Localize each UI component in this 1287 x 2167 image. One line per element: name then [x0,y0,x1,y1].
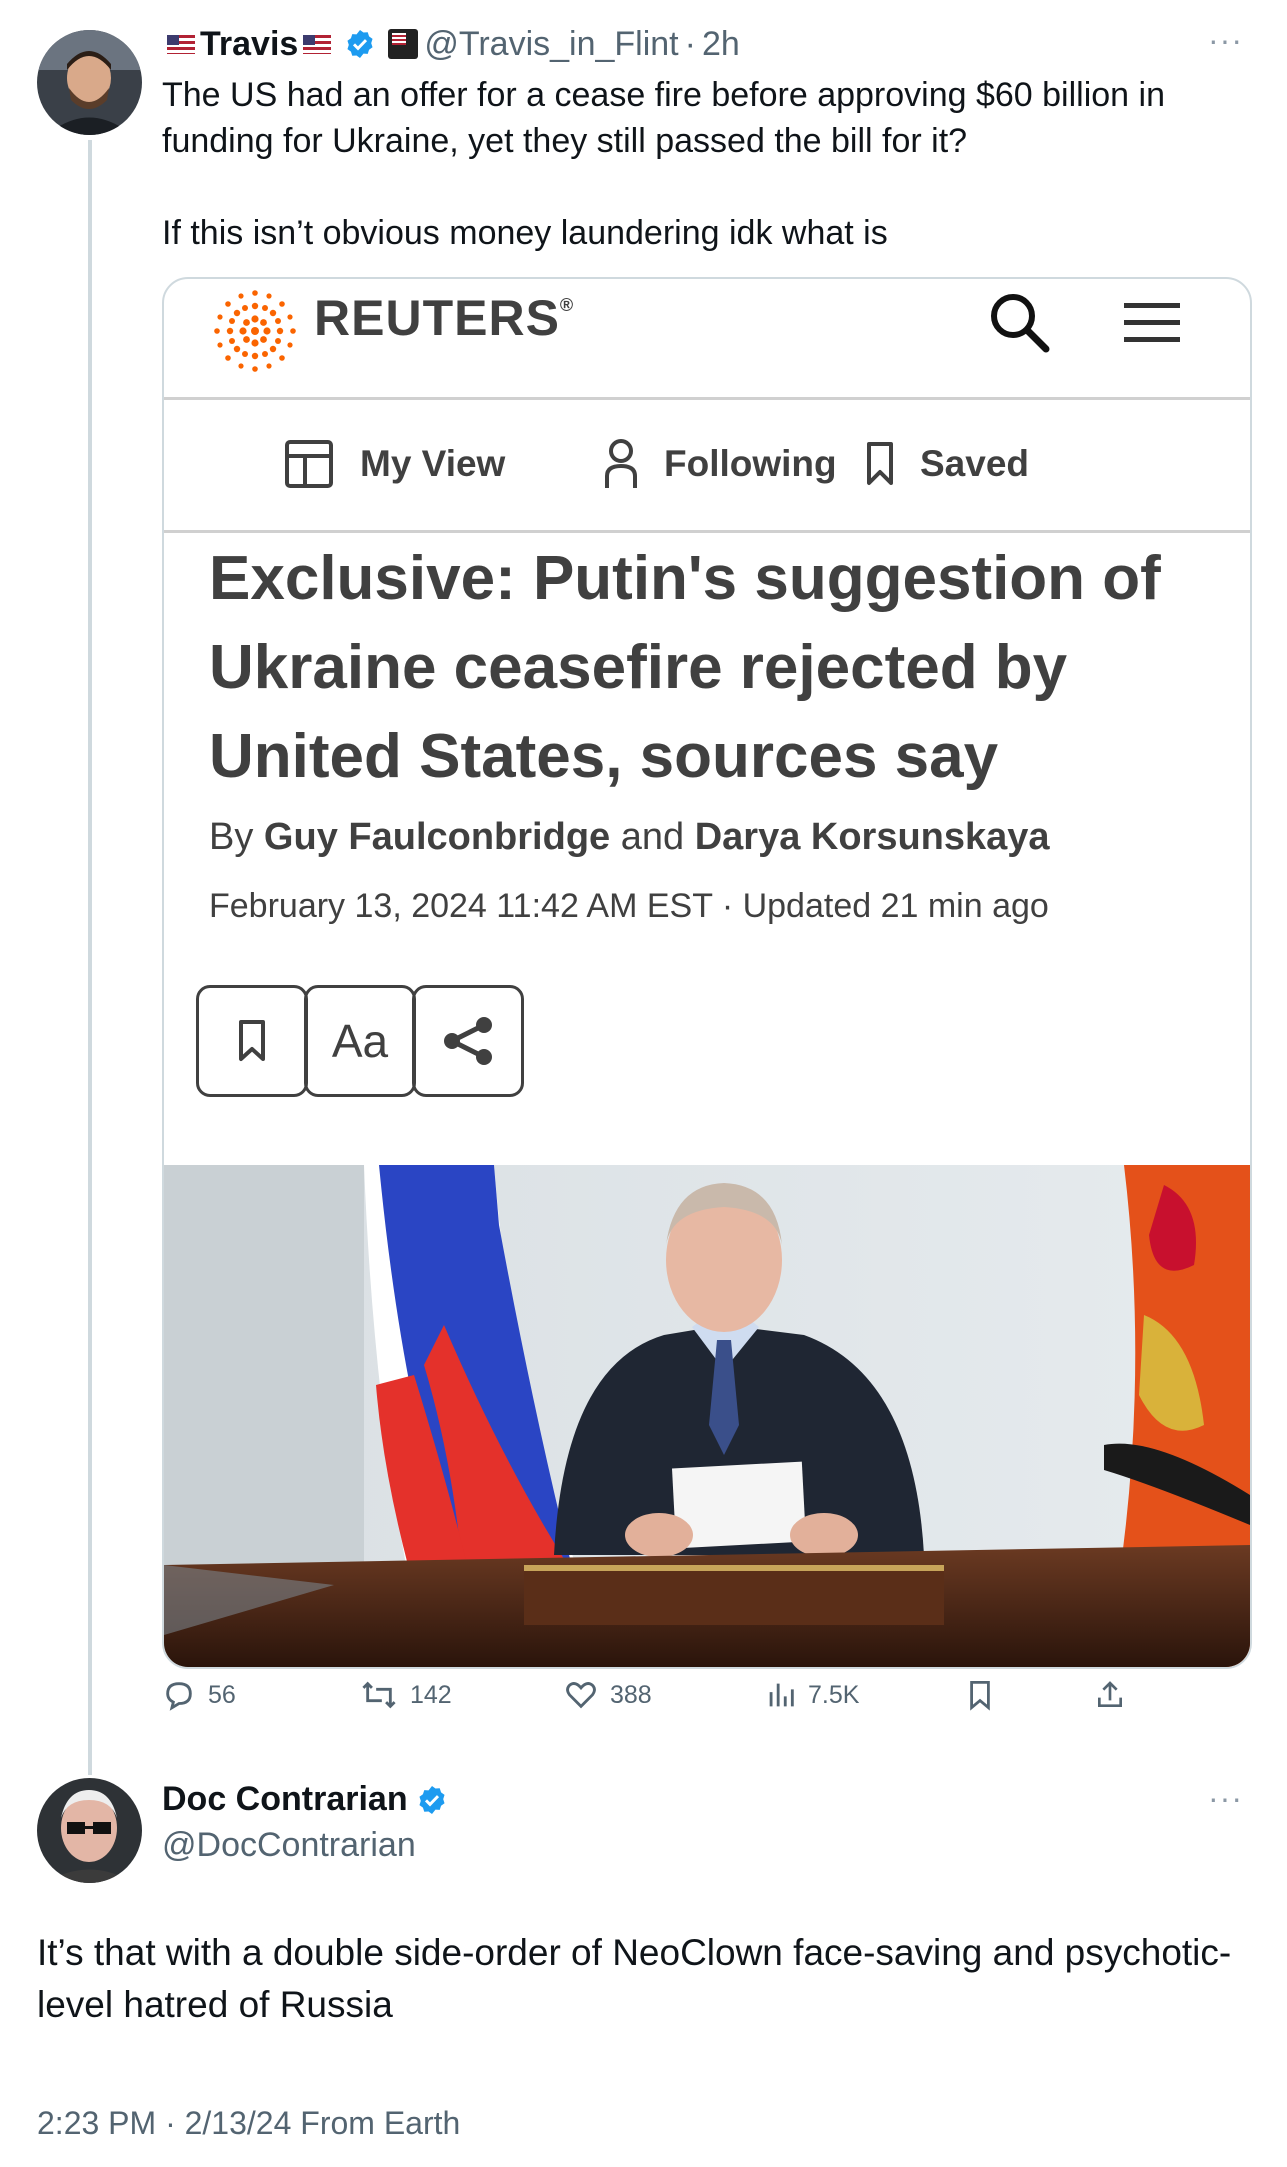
search-icon[interactable] [986,289,1052,355]
tweet2-meta: 2:23 PM · 2/13/24 From Earth [37,2105,461,2141]
text-size-button[interactable]: Aa [304,985,416,1097]
share-button[interactable] [412,985,524,1097]
thread-connector-line [88,140,92,1775]
share-icon [444,1017,492,1065]
person-icon [605,439,637,488]
embedded-image-card[interactable]: REUTERS® My View Following Saved Exclusi… [162,277,1252,1669]
reply-icon [166,1682,192,1711]
text-size-label: Aa [331,1015,389,1067]
author-link[interactable]: Darya Korsunskaya [695,816,1050,858]
byline-prefix: By [209,816,254,858]
tweet2-display-name[interactable]: Doc Contrarian [162,1780,408,1819]
article-headline[interactable]: Exclusive: Putin's suggestion of Ukraine… [209,534,1219,801]
bookmark-icon [239,1020,265,1061]
retweet-icon [362,1681,396,1709]
like-count: 388 [610,1680,652,1709]
tweet1-text-line1: The US had an offer for a cease fire bef… [162,76,1165,114]
nav-saved-label: Saved [920,443,1030,484]
upload-share-icon [1098,1681,1122,1707]
tweet1-text-line2: funding for Ukraine, yet they still pass… [162,122,968,160]
share-tweet-button[interactable] [1094,1675,1138,1715]
tweet2-text: It’s that with a double side-order of Ne… [37,1932,1232,2025]
tweet2-name-row: Doc Contrarian [162,1780,454,1819]
article-bookmark-button[interactable] [196,985,308,1097]
nav-saved[interactable]: Saved [866,436,1029,492]
bookmark-icon [867,442,893,485]
reply-button[interactable]: 56 [162,1675,236,1715]
nav-my-view-label: My View [360,443,506,484]
verified-badge-icon [347,30,373,58]
reuters-header: REUTERS® [164,279,1250,400]
layout-icon [285,440,333,488]
time-separator: · [684,24,696,63]
like-button[interactable]: 388 [564,1675,652,1715]
article-dateline: February 13, 2024 11:42 AM EST · Updated… [209,887,1049,925]
tweet1-display-name[interactable]: Travis [200,25,298,64]
tweet1-timestamp[interactable]: 2h [702,25,740,64]
reuters-wordmark: REUTERS® [314,289,574,347]
travis-avatar[interactable] [37,30,142,135]
article-byline: By Guy Faulconbridge and Darya Korsunska… [209,816,1050,859]
nav-my-view[interactable]: My View [284,436,505,492]
byline-and: and [620,816,685,858]
views-chart-icon [769,1683,794,1707]
affiliate-badge-icon [388,29,419,59]
tweet2-handle[interactable]: @DocContrarian [162,1826,416,1865]
bookmark-button[interactable] [966,1675,1006,1715]
view-count: 7.5K [808,1680,860,1709]
reuters-brand-text: REUTERS [314,290,560,346]
reuters-nav: My View Following Saved [164,400,1250,533]
verified-badge-icon [419,1785,445,1814]
tweet1-text-line3: If this isn’t obvious money laundering i… [162,214,888,252]
retweet-button[interactable]: 142 [360,1675,452,1715]
reuters-logo-icon [214,290,296,372]
retweet-count: 142 [410,1680,452,1709]
views-button[interactable]: 7.5K [766,1675,859,1715]
tweet1-header: Travis @Travis_in_Flint · 2h [162,22,740,66]
hamburger-menu-icon[interactable] [1122,299,1182,347]
reply-count: 56 [208,1680,236,1709]
tweet2-more-icon[interactable]: ··· [1208,1780,1243,1817]
nav-following[interactable]: Following [604,436,837,492]
author-link[interactable]: Guy Faulconbridge [264,816,610,858]
bookmark-icon [970,1681,990,1711]
registered-mark: ® [559,295,575,315]
heart-icon [566,1682,596,1709]
doc-contrarian-avatar[interactable] [37,1778,142,1883]
us-flag-icon [167,34,195,54]
us-flag-icon [303,34,332,54]
tweet1-more-icon[interactable]: ··· [1208,22,1243,59]
nav-following-label: Following [664,443,837,484]
article-photo[interactable] [164,1165,1250,1667]
tweet1-handle[interactable]: @Travis_in_Flint [424,25,678,64]
